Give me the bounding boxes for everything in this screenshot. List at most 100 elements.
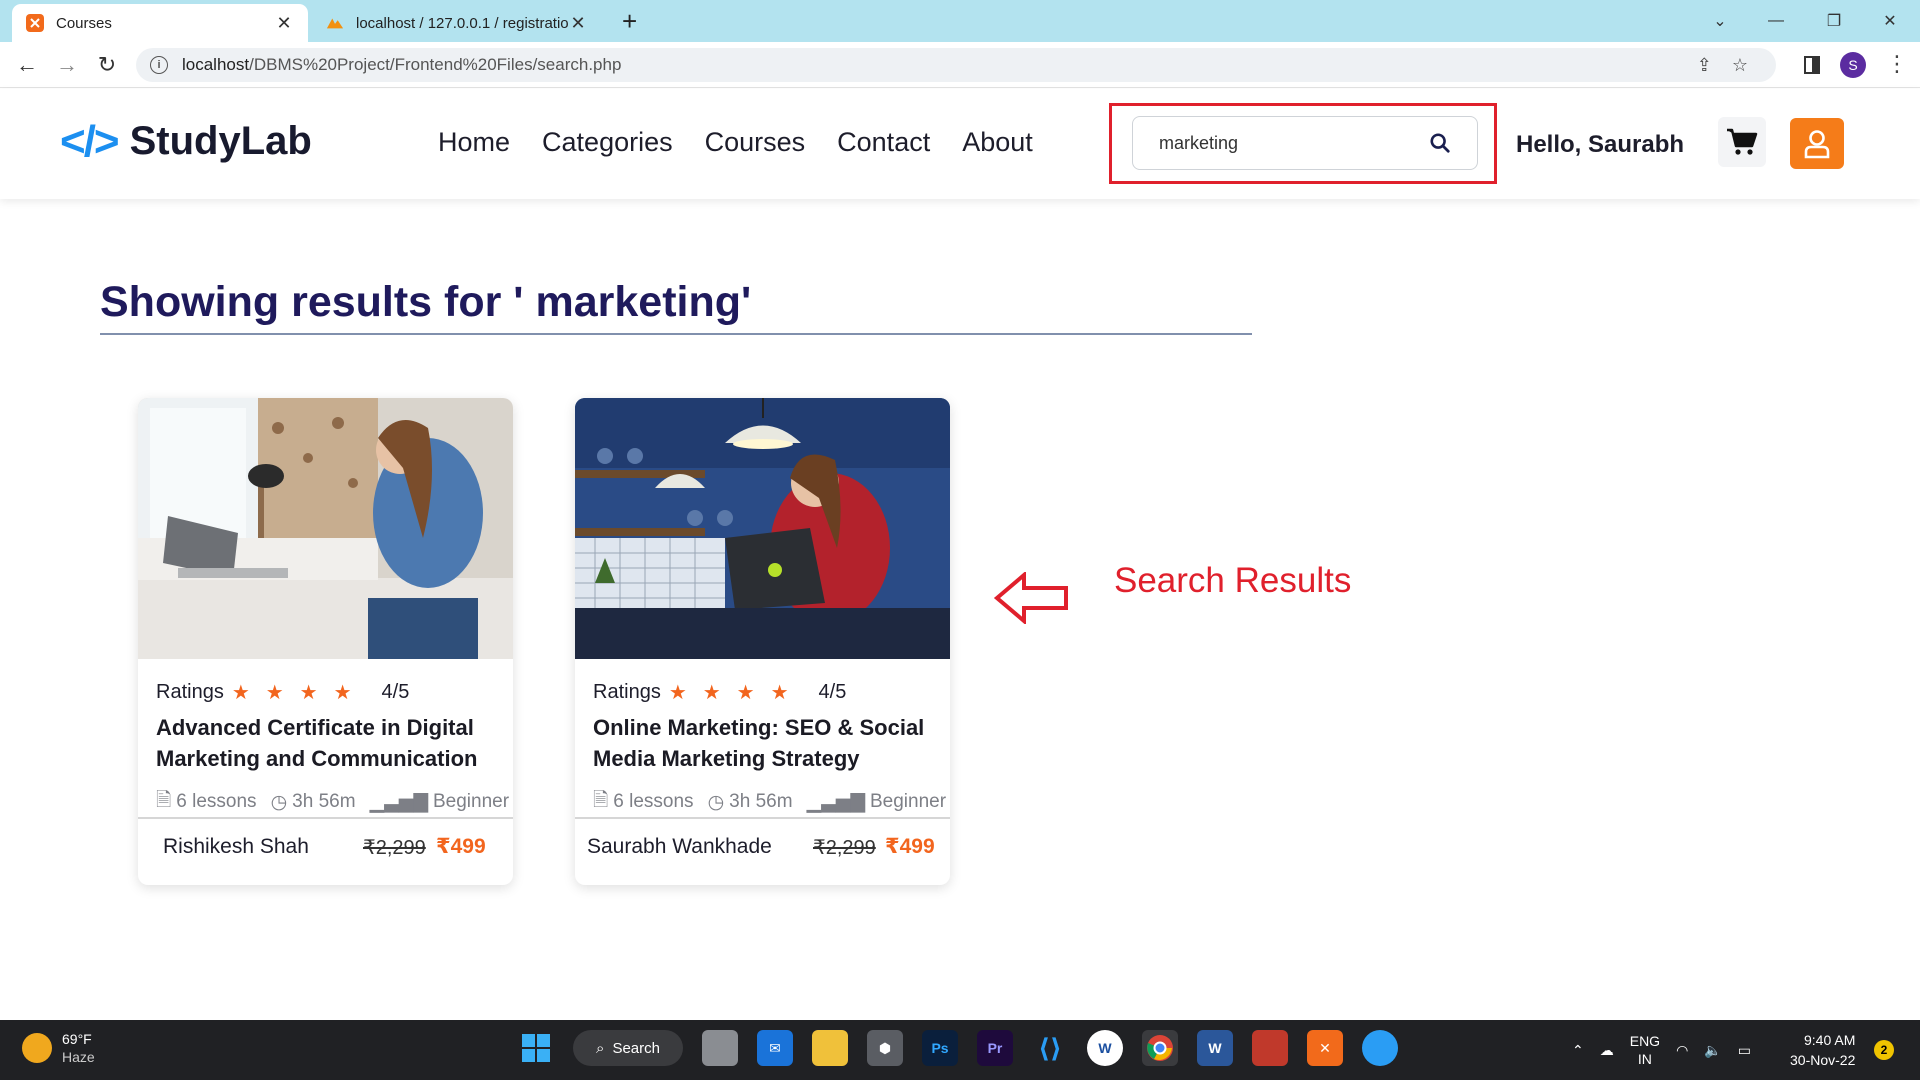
original-price: ₹2,299 xyxy=(363,837,426,859)
cart-button[interactable] xyxy=(1718,117,1766,167)
site-info-icon[interactable]: i xyxy=(150,56,168,74)
word-icon[interactable]: W xyxy=(1197,1030,1233,1066)
browser-tab-strip: Courses ✕ localhost / 127.0.0.1 / regist… xyxy=(0,0,1920,42)
premiere-pro-icon[interactable]: Pr xyxy=(977,1030,1013,1066)
game-app-icon[interactable] xyxy=(1252,1030,1288,1066)
wifi-icon[interactable]: ◠ xyxy=(1676,1042,1688,1059)
user-greeting: Hello, Saurabh xyxy=(1516,131,1685,158)
studylab-logo[interactable]: </> StudyLab xyxy=(60,119,312,164)
vscode-icon[interactable]: ⟨⟩ xyxy=(1032,1030,1068,1066)
chevron-up-icon[interactable]: ⌃ xyxy=(1572,1042,1584,1059)
nav-about[interactable]: About xyxy=(962,127,1033,158)
nav-categories[interactable]: Categories xyxy=(542,127,673,158)
star-rating-icon: ★★★★ xyxy=(231,682,368,704)
instructor-name: Saurabh Wankhade xyxy=(587,835,772,858)
main-nav: Home Categories Courses Contact About xyxy=(438,127,1033,158)
task-view-icon[interactable] xyxy=(702,1030,738,1066)
share-icon[interactable]: ⇪ xyxy=(1697,55,1712,76)
left-arrow-annotation-icon xyxy=(994,572,1068,624)
card-divider xyxy=(575,817,950,819)
clock[interactable]: 9:40 AM 30-Nov-22 xyxy=(1790,1030,1855,1070)
chrome-icon[interactable] xyxy=(1142,1030,1178,1066)
clock-icon: ◷ xyxy=(270,791,288,813)
instructor-name: Rishikesh Shah xyxy=(163,835,309,858)
search-form xyxy=(1132,116,1478,170)
tab-title: localhost / 127.0.0.1 / registration xyxy=(356,14,568,32)
browser-menu-icon[interactable]: ⋮ xyxy=(1886,52,1908,76)
course-title[interactable]: Advanced Certificate in Digital Marketin… xyxy=(156,712,501,774)
clock-icon: ◷ xyxy=(707,791,725,813)
heading-underline xyxy=(100,333,1252,335)
account-button[interactable] xyxy=(1790,118,1844,169)
close-window-button[interactable]: ✕ xyxy=(1862,0,1918,42)
logo-text: StudyLab xyxy=(129,119,312,163)
taskbar-apps: ⌕ Search ✉ ⬢ Ps Pr ⟨⟩ W W ✕ xyxy=(518,1030,1398,1066)
system-tray: ⌃ ☁ ENG IN ◠ 🔈 ▭ xyxy=(1572,1032,1751,1068)
new-tab-button[interactable]: + xyxy=(622,6,637,37)
language-indicator[interactable]: ENG IN xyxy=(1630,1032,1660,1068)
weather-widget[interactable]: 69°F Haze xyxy=(22,1030,95,1066)
bookmark-star-icon[interactable]: ☆ xyxy=(1732,55,1748,76)
signal-bars-icon: ▁▃▅▇ xyxy=(369,791,428,813)
haze-weather-icon xyxy=(22,1033,52,1063)
close-tab-icon[interactable]: ✕ xyxy=(274,13,294,34)
windows-start-icon[interactable] xyxy=(518,1030,554,1066)
course-meta: 🗎 6 lessons ◷ 3h 56m ▁▃▅▇ Beginner xyxy=(156,786,509,818)
discounted-price: ₹499 xyxy=(885,835,935,858)
forward-button[interactable]: → xyxy=(52,50,82,80)
restore-button[interactable]: ❐ xyxy=(1806,0,1862,42)
reload-button[interactable]: ↻ xyxy=(92,50,122,80)
file-explorer-icon[interactable] xyxy=(812,1030,848,1066)
photoshop-icon[interactable]: Ps xyxy=(922,1030,958,1066)
onedrive-cloud-icon[interactable]: ☁ xyxy=(1600,1042,1614,1059)
star-rating-icon: ★★★★ xyxy=(668,682,805,704)
cart-icon xyxy=(1727,128,1758,155)
course-card[interactable]: Ratings ★★★★ 4/5 Advanced Certificate in… xyxy=(138,398,513,885)
search-icon: ⌕ xyxy=(596,1039,605,1057)
nav-home[interactable]: Home xyxy=(438,127,510,158)
nav-courses[interactable]: Courses xyxy=(705,127,806,158)
course-meta: 🗎 6 lessons ◷ 3h 56m ▁▃▅▇ Beginner xyxy=(593,786,946,818)
user-icon xyxy=(1804,129,1830,158)
profile-avatar[interactable]: S xyxy=(1840,52,1866,78)
windows-taskbar: 69°F Haze ⌕ Search ✉ ⬢ Ps Pr ⟨⟩ W W ✕ ⌃ ☁… xyxy=(0,1020,1920,1080)
xampp-favicon-icon xyxy=(26,14,44,32)
side-panel-icon[interactable] xyxy=(1804,56,1820,74)
tab-search-chevron-icon[interactable]: ⌄ xyxy=(1692,0,1748,42)
back-button[interactable]: ← xyxy=(12,50,42,80)
app-hexagon-icon[interactable]: ⬢ xyxy=(867,1030,903,1066)
search-input[interactable] xyxy=(1159,132,1429,154)
tab-phpmyadmin[interactable]: localhost / 127.0.0.1 / registration ✕ xyxy=(312,4,602,42)
xampp-icon[interactable]: ✕ xyxy=(1307,1030,1343,1066)
volume-icon[interactable]: 🔈 xyxy=(1704,1042,1721,1059)
course-thumbnail-image xyxy=(575,398,950,659)
taskbar-search-button[interactable]: ⌕ Search xyxy=(573,1030,683,1066)
notification-badge[interactable]: 2 xyxy=(1874,1040,1894,1060)
card-divider xyxy=(138,817,513,819)
address-bar-row: ← → ↻ i localhost/DBMS%20Project/Fronten… xyxy=(0,42,1920,88)
tab-title: Courses xyxy=(56,14,112,32)
search-icon[interactable] xyxy=(1429,132,1451,154)
paint-icon[interactable] xyxy=(1362,1030,1398,1066)
course-rating: Ratings ★★★★ 4/5 xyxy=(156,681,410,704)
document-icon: 🗎 xyxy=(593,790,609,811)
mail-icon[interactable]: ✉ xyxy=(757,1030,793,1066)
nav-contact[interactable]: Contact xyxy=(837,127,930,158)
url-text[interactable]: localhost/DBMS%20Project/Frontend%20File… xyxy=(182,55,621,75)
course-title[interactable]: Online Marketing: SEO & Social Media Mar… xyxy=(593,712,938,774)
battery-icon[interactable]: ▭ xyxy=(1738,1042,1751,1059)
omnibox[interactable]: i localhost/DBMS%20Project/Frontend%20Fi… xyxy=(136,48,1776,82)
phpmyadmin-favicon-icon xyxy=(326,14,344,32)
course-card[interactable]: Ratings ★★★★ 4/5 Online Marketing: SEO &… xyxy=(575,398,950,885)
app-circle-icon[interactable]: W xyxy=(1087,1030,1123,1066)
discounted-price: ₹499 xyxy=(436,835,486,858)
minimize-button[interactable]: — xyxy=(1748,0,1804,42)
close-tab-icon[interactable]: ✕ xyxy=(568,13,588,34)
signal-bars-icon: ▁▃▅▇ xyxy=(806,791,865,813)
original-price: ₹2,299 xyxy=(813,837,876,859)
results-heading: Showing results for ' marketing' xyxy=(100,278,752,326)
document-icon: 🗎 xyxy=(156,790,172,811)
course-thumbnail-image xyxy=(138,398,513,659)
course-rating: Ratings ★★★★ 4/5 xyxy=(593,681,847,704)
tab-courses[interactable]: Courses ✕ xyxy=(12,4,308,42)
